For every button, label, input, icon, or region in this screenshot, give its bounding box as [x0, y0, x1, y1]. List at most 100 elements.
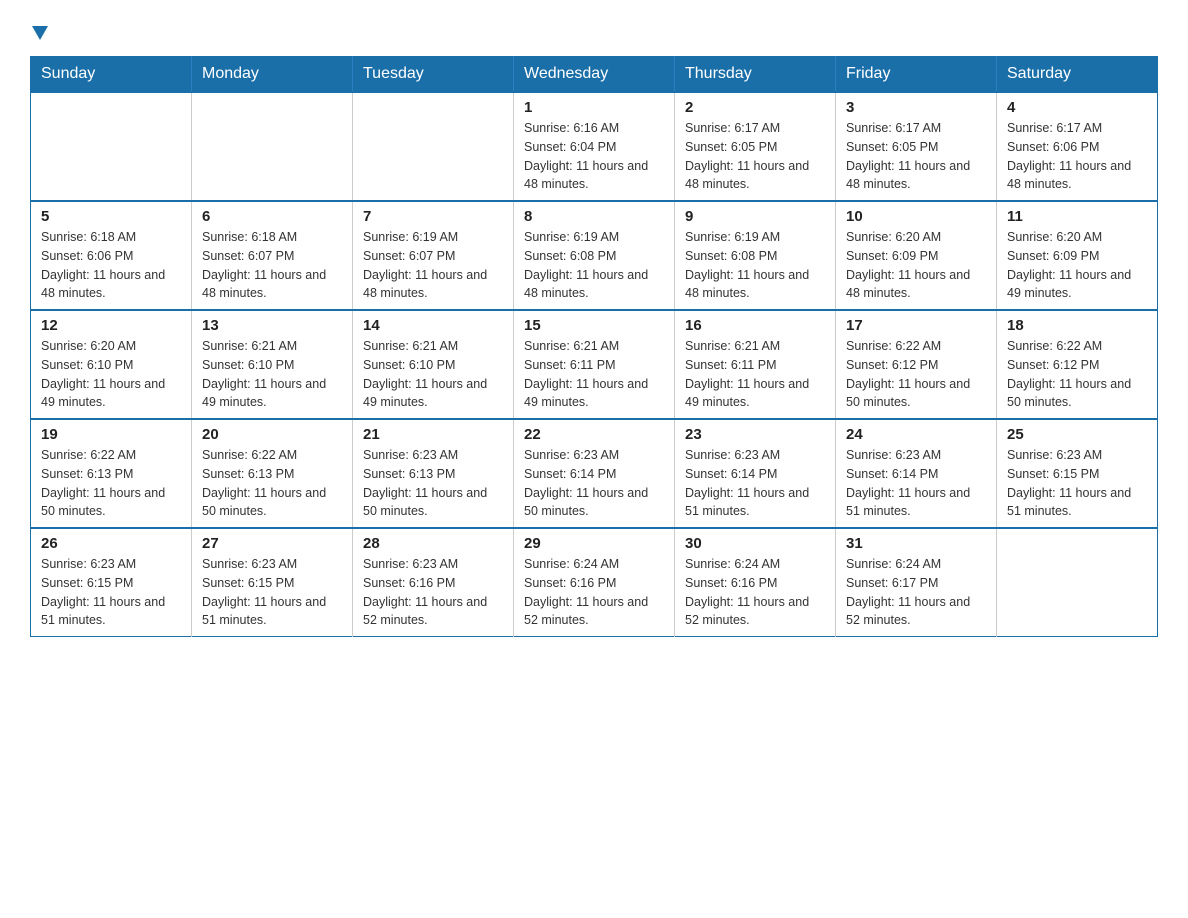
calendar-week-row: 5 Sunrise: 6:18 AMSunset: 6:06 PMDaylight…: [31, 201, 1158, 310]
day-number: 1: [524, 99, 664, 116]
day-info: Sunrise: 6:20 AMSunset: 6:09 PMDaylight:…: [846, 228, 986, 303]
day-number: 7: [363, 208, 503, 225]
day-info: Sunrise: 6:17 AMSunset: 6:05 PMDaylight:…: [846, 119, 986, 194]
day-info: Sunrise: 6:23 AMSunset: 6:14 PMDaylight:…: [846, 446, 986, 521]
day-info: Sunrise: 6:20 AMSunset: 6:09 PMDaylight:…: [1007, 228, 1147, 303]
calendar-cell: 21 Sunrise: 6:23 AMSunset: 6:13 PMDayligh…: [353, 419, 514, 528]
day-info: Sunrise: 6:23 AMSunset: 6:15 PMDaylight:…: [41, 555, 181, 630]
day-number: 19: [41, 426, 181, 443]
day-of-week-header: Thursday: [675, 57, 836, 93]
day-number: 29: [524, 535, 664, 552]
day-info: Sunrise: 6:21 AMSunset: 6:11 PMDaylight:…: [685, 337, 825, 412]
day-number: 9: [685, 208, 825, 225]
day-number: 30: [685, 535, 825, 552]
calendar-cell: 10Sunrise: 6:20 AMSunset: 6:09 PMDayligh…: [836, 201, 997, 310]
day-number: 23: [685, 426, 825, 443]
calendar-week-row: 26 Sunrise: 6:23 AMSunset: 6:15 PMDayligh…: [31, 528, 1158, 637]
day-info: Sunrise: 6:22 AMSunset: 6:13 PMDaylight:…: [202, 446, 342, 521]
day-info: Sunrise: 6:22 AMSunset: 6:12 PMDaylight:…: [1007, 337, 1147, 412]
day-info: Sunrise: 6:21 AMSunset: 6:10 PMDaylight:…: [202, 337, 342, 412]
day-info: Sunrise: 6:24 AMSunset: 6:16 PMDaylight:…: [524, 555, 664, 630]
calendar-cell: 9 Sunrise: 6:19 AMSunset: 6:08 PMDaylight…: [675, 201, 836, 310]
calendar-cell: 30 Sunrise: 6:24 AMSunset: 6:16 PMDayligh…: [675, 528, 836, 637]
day-number: 31: [846, 535, 986, 552]
day-of-week-header: Saturday: [997, 57, 1158, 93]
calendar-cell: [192, 92, 353, 201]
day-number: 24: [846, 426, 986, 443]
calendar-cell: 14Sunrise: 6:21 AMSunset: 6:10 PMDayligh…: [353, 310, 514, 419]
day-info: Sunrise: 6:21 AMSunset: 6:10 PMDaylight:…: [363, 337, 503, 412]
day-number: 16: [685, 317, 825, 334]
day-number: 4: [1007, 99, 1147, 116]
calendar-week-row: 12 Sunrise: 6:20 AMSunset: 6:10 PMDayligh…: [31, 310, 1158, 419]
calendar-week-row: 1 Sunrise: 6:16 AMSunset: 6:04 PMDaylight…: [31, 92, 1158, 201]
day-info: Sunrise: 6:23 AMSunset: 6:13 PMDaylight:…: [363, 446, 503, 521]
logo-arrow-icon: [32, 26, 48, 40]
calendar-cell: 17Sunrise: 6:22 AMSunset: 6:12 PMDayligh…: [836, 310, 997, 419]
day-number: 5: [41, 208, 181, 225]
day-info: Sunrise: 6:24 AMSunset: 6:16 PMDaylight:…: [685, 555, 825, 630]
day-info: Sunrise: 6:22 AMSunset: 6:12 PMDaylight:…: [846, 337, 986, 412]
day-number: 21: [363, 426, 503, 443]
day-of-week-header: Wednesday: [514, 57, 675, 93]
day-info: Sunrise: 6:23 AMSunset: 6:14 PMDaylight:…: [685, 446, 825, 521]
calendar-cell: 27 Sunrise: 6:23 AMSunset: 6:15 PMDayligh…: [192, 528, 353, 637]
day-info: Sunrise: 6:23 AMSunset: 6:15 PMDaylight:…: [1007, 446, 1147, 521]
calendar-cell: 6 Sunrise: 6:18 AMSunset: 6:07 PMDaylight…: [192, 201, 353, 310]
calendar-cell: 31 Sunrise: 6:24 AMSunset: 6:17 PMDayligh…: [836, 528, 997, 637]
day-info: Sunrise: 6:20 AMSunset: 6:10 PMDaylight:…: [41, 337, 181, 412]
calendar-cell: 7 Sunrise: 6:19 AMSunset: 6:07 PMDaylight…: [353, 201, 514, 310]
day-of-week-header: Friday: [836, 57, 997, 93]
calendar-cell: 24 Sunrise: 6:23 AMSunset: 6:14 PMDayligh…: [836, 419, 997, 528]
calendar-cell: 19Sunrise: 6:22 AMSunset: 6:13 PMDayligh…: [31, 419, 192, 528]
day-number: 12: [41, 317, 181, 334]
day-info: Sunrise: 6:16 AMSunset: 6:04 PMDaylight:…: [524, 119, 664, 194]
calendar-cell: 20 Sunrise: 6:22 AMSunset: 6:13 PMDayligh…: [192, 419, 353, 528]
day-number: 11: [1007, 208, 1147, 225]
calendar-cell: 28Sunrise: 6:23 AMSunset: 6:16 PMDayligh…: [353, 528, 514, 637]
day-info: Sunrise: 6:24 AMSunset: 6:17 PMDaylight:…: [846, 555, 986, 630]
calendar-cell: 5 Sunrise: 6:18 AMSunset: 6:06 PMDaylight…: [31, 201, 192, 310]
calendar-cell: 22 Sunrise: 6:23 AMSunset: 6:14 PMDayligh…: [514, 419, 675, 528]
calendar-cell: 1 Sunrise: 6:16 AMSunset: 6:04 PMDaylight…: [514, 92, 675, 201]
day-number: 15: [524, 317, 664, 334]
calendar-table: SundayMondayTuesdayWednesdayThursdayFrid…: [30, 56, 1158, 637]
day-info: Sunrise: 6:17 AMSunset: 6:05 PMDaylight:…: [685, 119, 825, 194]
calendar-cell: 12 Sunrise: 6:20 AMSunset: 6:10 PMDayligh…: [31, 310, 192, 419]
calendar-cell: 2 Sunrise: 6:17 AMSunset: 6:05 PMDaylight…: [675, 92, 836, 201]
day-info: Sunrise: 6:19 AMSunset: 6:08 PMDaylight:…: [685, 228, 825, 303]
calendar-cell: 13 Sunrise: 6:21 AMSunset: 6:10 PMDayligh…: [192, 310, 353, 419]
day-number: 22: [524, 426, 664, 443]
day-info: Sunrise: 6:18 AMSunset: 6:06 PMDaylight:…: [41, 228, 181, 303]
calendar-cell: 18 Sunrise: 6:22 AMSunset: 6:12 PMDayligh…: [997, 310, 1158, 419]
day-info: Sunrise: 6:23 AMSunset: 6:14 PMDaylight:…: [524, 446, 664, 521]
day-number: 13: [202, 317, 342, 334]
day-number: 27: [202, 535, 342, 552]
day-info: Sunrise: 6:23 AMSunset: 6:16 PMDaylight:…: [363, 555, 503, 630]
day-info: Sunrise: 6:23 AMSunset: 6:15 PMDaylight:…: [202, 555, 342, 630]
day-number: 25: [1007, 426, 1147, 443]
calendar-cell: 26 Sunrise: 6:23 AMSunset: 6:15 PMDayligh…: [31, 528, 192, 637]
day-info: Sunrise: 6:18 AMSunset: 6:07 PMDaylight:…: [202, 228, 342, 303]
calendar-cell: 3 Sunrise: 6:17 AMSunset: 6:05 PMDaylight…: [836, 92, 997, 201]
day-number: 8: [524, 208, 664, 225]
calendar-cell: 11 Sunrise: 6:20 AMSunset: 6:09 PMDayligh…: [997, 201, 1158, 310]
calendar-cell: 4Sunrise: 6:17 AMSunset: 6:06 PMDaylight…: [997, 92, 1158, 201]
day-number: 20: [202, 426, 342, 443]
calendar-cell: [31, 92, 192, 201]
calendar-cell: [997, 528, 1158, 637]
day-number: 26: [41, 535, 181, 552]
day-of-week-header: Sunday: [31, 57, 192, 93]
day-number: 2: [685, 99, 825, 116]
calendar-cell: 25 Sunrise: 6:23 AMSunset: 6:15 PMDayligh…: [997, 419, 1158, 528]
day-info: Sunrise: 6:19 AMSunset: 6:08 PMDaylight:…: [524, 228, 664, 303]
day-number: 3: [846, 99, 986, 116]
calendar-cell: 23 Sunrise: 6:23 AMSunset: 6:14 PMDayligh…: [675, 419, 836, 528]
day-of-week-header: Tuesday: [353, 57, 514, 93]
calendar-cell: 15Sunrise: 6:21 AMSunset: 6:11 PMDayligh…: [514, 310, 675, 419]
day-number: 6: [202, 208, 342, 225]
calendar-cell: [353, 92, 514, 201]
day-info: Sunrise: 6:19 AMSunset: 6:07 PMDaylight:…: [363, 228, 503, 303]
calendar-cell: 29 Sunrise: 6:24 AMSunset: 6:16 PMDayligh…: [514, 528, 675, 637]
day-number: 18: [1007, 317, 1147, 334]
